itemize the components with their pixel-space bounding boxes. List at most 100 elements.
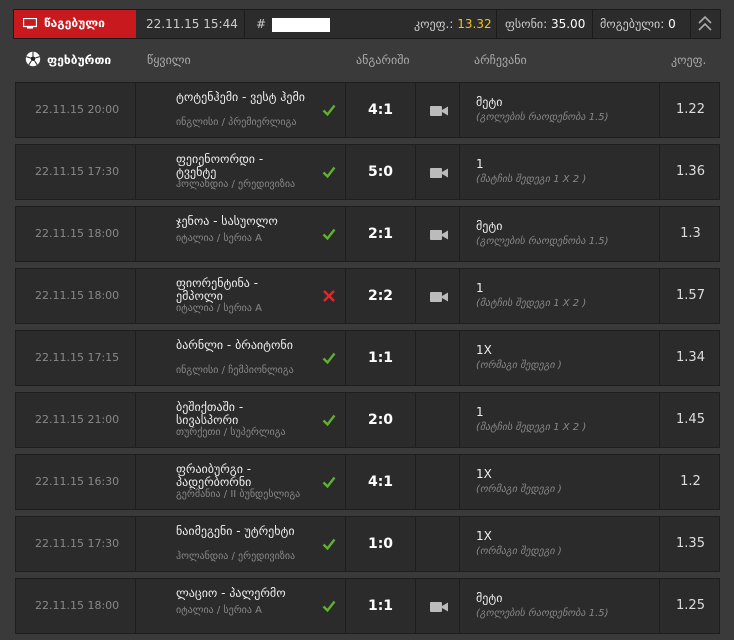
ticket-status-tab[interactable]: წაგებული (14, 10, 136, 38)
video-camera-icon[interactable] (430, 105, 448, 117)
bet-row[interactable]: 22.11.15 17:30 ნაიმეგენი - უტრეხტი ჰოლანდი… (15, 516, 720, 572)
stake: ფსონი: 35.00 (505, 17, 586, 31)
match-cell: ჯენოა - სასუოლო იტალია / სერია A (136, 207, 346, 261)
video-cell (416, 455, 460, 509)
pick-odds: 1.22 (676, 102, 705, 117)
match-score: 4:1 (346, 455, 416, 509)
bet-row[interactable]: 22.11.15 17:30 ფეიენოორდი - ტვენტე ჰოლანდი… (15, 144, 720, 200)
loss-cross-icon (323, 290, 335, 302)
video-cell (416, 579, 460, 633)
pick-odds: 1.34 (676, 350, 705, 365)
match-score: 1:1 (346, 579, 416, 633)
match-teams: ტოტენჰემი - ვესტ ჰემი (176, 90, 305, 104)
bet-row[interactable]: 22.11.15 20:00 ტოტენჰემი - ვესტ ჰემი ინგლი… (15, 82, 720, 138)
win-check-icon (322, 352, 336, 365)
match-cell: ფიორენტინა - ემპოლი იტალია / სერია A (136, 269, 346, 323)
sport-label: ფეხბურთი (47, 53, 112, 67)
match-league: ინგლისი / ჩემპიონლიგა (176, 365, 294, 376)
video-cell (416, 207, 460, 261)
col-header-pick: არჩევანი (474, 53, 527, 67)
match-date: 22.11.15 21:00 (16, 393, 136, 447)
match-score: 2:1 (346, 207, 416, 261)
pick-value: 1X (476, 343, 492, 357)
win-check-icon (322, 538, 336, 551)
video-camera-icon[interactable] (430, 291, 448, 303)
pick-market: (მატჩის შედეგი 1 X 2 ) (476, 174, 587, 185)
match-date: 22.11.15 17:30 (16, 145, 136, 199)
match-date: 22.11.15 16:30 (16, 455, 136, 509)
pick-cell: მეტი (გოლების რაოდენობა 1.5) (460, 579, 660, 633)
pick-market: (გოლების რაოდენობა 1.5) (476, 236, 609, 247)
pick-value: 1 (476, 405, 484, 419)
match-league: იტალია / სერია A (176, 303, 262, 314)
ticket-status-label: წაგებული (44, 16, 105, 30)
total-coef-value: 13.32 (457, 17, 492, 31)
match-score: 2:0 (346, 393, 416, 447)
pick-cell: 1X (ორმაგი შედეგი ) (460, 331, 660, 385)
bet-row[interactable]: 22.11.15 18:00 ლაციო - პალერმო იტალია / სე… (15, 578, 720, 634)
match-cell: ტოტენჰემი - ვესტ ჰემი ინგლისი / პრემიერლი… (136, 83, 346, 137)
pick-cell: 1X (ორმაგი შედეგი ) (460, 455, 660, 509)
video-cell (416, 331, 460, 385)
bet-row[interactable]: 22.11.15 21:00 ბეშიქთაში - სივასპორი თურქე… (15, 392, 720, 448)
pick-value: მეტი (476, 219, 503, 233)
win-check-icon (322, 476, 336, 489)
match-date: 22.11.15 18:00 (16, 579, 136, 633)
pick-market: (ორმაგი შედეგი ) (476, 546, 562, 557)
win-check-icon (322, 414, 336, 427)
pick-value: მეტი (476, 591, 503, 605)
ticket-datetime: 22.11.15 15:44 (146, 17, 238, 31)
match-league: გერმანია / II ბუნდესლიგა (176, 489, 301, 500)
match-teams: ბარნლი - ბრაიტონი (176, 338, 293, 352)
match-date: 22.11.15 18:00 (16, 207, 136, 261)
pick-value: 1 (476, 157, 484, 171)
match-league: ინგლისი / პრემიერლიგა (176, 117, 297, 128)
match-date: 22.11.15 17:30 (16, 517, 136, 571)
pick-odds: 1.57 (676, 288, 705, 303)
video-camera-icon[interactable] (430, 601, 448, 613)
match-cell: ბეშიქთაში - სივასპორი თურქეთი / სუპერლიგა (136, 393, 346, 447)
match-date: 22.11.15 18:00 (16, 269, 136, 323)
pick-value: 1X (476, 529, 492, 543)
stake-value: 35.00 (550, 17, 586, 31)
bet-row[interactable]: 22.11.15 18:00 ფიორენტინა - ემპოლი იტალია … (15, 268, 720, 324)
pick-cell: 1 (მატჩის შედეგი 1 X 2 ) (460, 393, 660, 447)
video-cell (416, 269, 460, 323)
match-league: იტალია / სერია A (176, 233, 262, 244)
soccer-ball-icon (25, 51, 41, 67)
video-camera-icon[interactable] (430, 167, 448, 179)
pick-market: (გოლების რაოდენობა 1.5) (476, 608, 609, 619)
pick-odds: 1.25 (676, 598, 705, 613)
pick-cell: 1 (მატჩის შედეგი 1 X 2 ) (460, 269, 660, 323)
collapse-chevron-icon[interactable] (690, 10, 720, 38)
monitor-icon (23, 18, 37, 29)
match-cell: ლაციო - პალერმო იტალია / სერია A (136, 579, 346, 633)
bet-row[interactable]: 22.11.15 16:30 ფრაიბურგი - პადერბორნი გერმ… (15, 454, 720, 510)
match-date: 22.11.15 20:00 (16, 83, 136, 137)
match-cell: ფრაიბურგი - პადერბორნი გერმანია / II ბუნდ… (136, 455, 346, 509)
bet-rows: 22.11.15 20:00 ტოტენჰემი - ვესტ ჰემი ინგლი… (15, 82, 720, 640)
pick-value: 1X (476, 467, 492, 481)
match-score: 1:0 (346, 517, 416, 571)
match-league: თურქეთი / სუპერლიგა (176, 427, 286, 438)
pick-cell: 1 (მატჩის შედეგი 1 X 2 ) (460, 145, 660, 199)
win-check-icon (322, 166, 336, 179)
match-teams: ნაიმეგენი - უტრეხტი (176, 524, 295, 538)
pick-cell: 1X (ორმაგი შედეგი ) (460, 517, 660, 571)
bet-row[interactable]: 22.11.15 17:15 ბარნლი - ბრაიტონი ინგლისი /… (15, 330, 720, 386)
ticket-id: # (256, 10, 331, 38)
pick-odds: 1.36 (676, 164, 705, 179)
match-date: 22.11.15 17:15 (16, 331, 136, 385)
pick-cell: მეტი (გოლების რაოდენობა 1.5) (460, 207, 660, 261)
winnings: მოგებული: 0 (600, 17, 676, 31)
video-cell (416, 83, 460, 137)
pick-value: მეტი (476, 95, 503, 109)
pick-odds: 1.3 (680, 226, 701, 241)
video-camera-icon[interactable] (430, 229, 448, 241)
win-check-icon (322, 228, 336, 241)
pick-market: (მატჩის შედეგი 1 X 2 ) (476, 422, 587, 433)
pick-market: (ორმაგი შედეგი ) (476, 360, 562, 371)
match-cell: ფეიენოორდი - ტვენტე ჰოლანდია / ერედივიზია (136, 145, 346, 199)
bet-row[interactable]: 22.11.15 18:00 ჯენოა - სასუოლო იტალია / სე… (15, 206, 720, 262)
match-score: 5:0 (346, 145, 416, 199)
